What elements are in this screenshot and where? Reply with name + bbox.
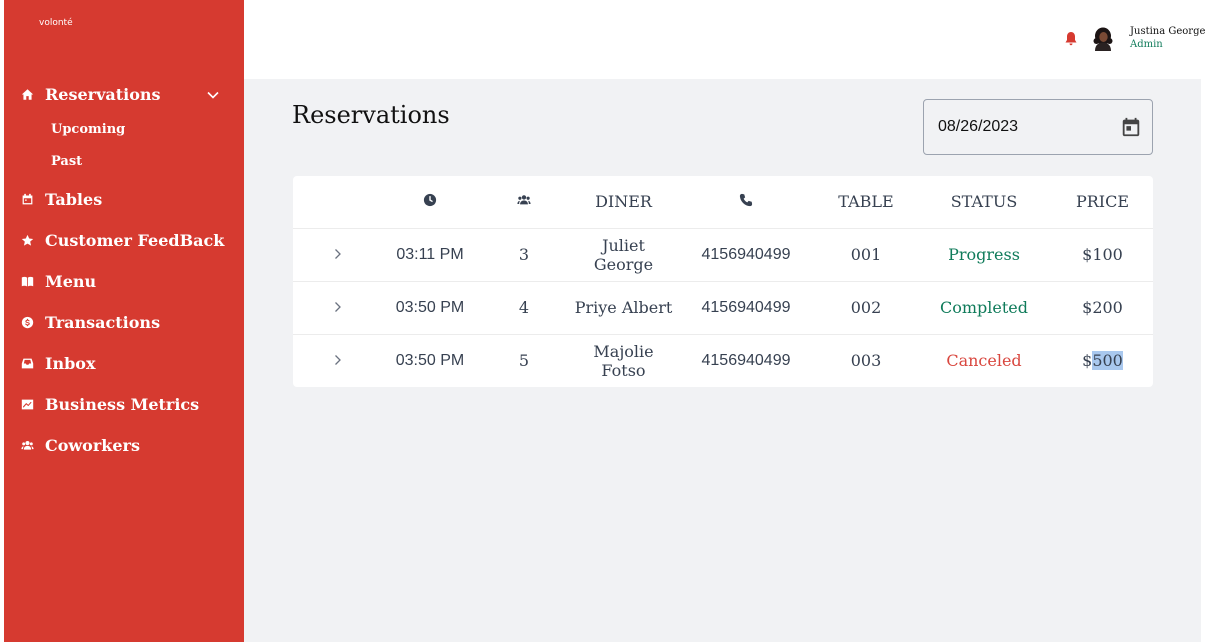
users-icon (20, 439, 34, 453)
header-status: STATUS (950, 192, 1018, 212)
price-value: 100 (1092, 245, 1123, 264)
guests-cell: 4 (518, 298, 530, 317)
table-row[interactable]: 03:50 PM 4 Priye Albert 4156940499 002 C… (293, 281, 1153, 334)
chevron-right-icon[interactable] (333, 298, 343, 317)
sidebar-item-label: Tables (45, 190, 103, 209)
sidebar-subitem-upcoming[interactable]: Upcoming (4, 115, 244, 143)
clock-icon (423, 192, 437, 211)
diner-cell: Priye Albert (574, 298, 673, 317)
date-value: 08/26/2023 (938, 118, 1019, 135)
phone-icon (739, 192, 753, 211)
header-expand (293, 176, 383, 228)
main-content: Reservations 08/26/2023 DINER TABLE STAT… (244, 79, 1201, 642)
header-guests (477, 176, 571, 228)
sidebar-item-reservations[interactable]: Reservations (4, 74, 244, 115)
sidebar-item-coworkers[interactable]: Coworkers (4, 425, 244, 466)
inbox-icon (20, 357, 34, 371)
table-cell: 003 (850, 351, 882, 371)
chevron-down-icon[interactable] (206, 87, 220, 101)
date-picker-input[interactable]: 08/26/2023 (923, 99, 1153, 155)
diner-cell: Juliet George (593, 235, 654, 274)
dollar-circle-icon (20, 316, 34, 330)
price-cell: $500 (1052, 334, 1153, 387)
table-header-row: DINER TABLE STATUS PRICE (293, 176, 1153, 228)
sidebar-nav: Reservations Upcoming Past Tables Custom… (4, 74, 244, 466)
reservations-table-card: DINER TABLE STATUS PRICE 03:11 PM 3 Juli… (293, 176, 1153, 387)
price-prefix: $ (1082, 245, 1093, 264)
header-diner: DINER (595, 192, 652, 212)
price-prefix: $ (1082, 351, 1093, 371)
sidebar-item-transactions[interactable]: Transactions (4, 302, 244, 343)
book-icon (20, 275, 34, 289)
expand-cell[interactable] (293, 228, 383, 281)
expand-cell[interactable] (293, 281, 383, 334)
page-title: Reservations (292, 101, 450, 129)
user-name: Justina George (1130, 26, 1206, 37)
status-badge: Progress (948, 245, 1020, 264)
brand-logo[interactable]: volonté (39, 18, 73, 28)
sidebar-item-business-metrics[interactable]: Business Metrics (4, 384, 244, 425)
time-cell: 03:11 PM (396, 245, 464, 263)
sidebar-item-tables[interactable]: Tables (4, 179, 244, 220)
price-cell: $100 (1052, 228, 1153, 281)
header-phone (676, 176, 816, 228)
table-row[interactable]: 03:11 PM 3 Juliet George 4156940499 001 … (293, 228, 1153, 281)
time-cell: 03:50 PM (395, 351, 465, 369)
price-value: 200 (1092, 298, 1123, 317)
star-icon (20, 234, 34, 248)
phone-cell: 4156940499 (701, 351, 791, 369)
sidebar-item-label: Inbox (45, 354, 96, 373)
price-value-selected: 500 (1092, 351, 1123, 371)
header-table: TABLE (838, 192, 894, 212)
calendar-icon[interactable] (1120, 116, 1142, 138)
sidebar-item-label: Customer FeedBack (45, 231, 225, 250)
phone-cell: 4156940499 (701, 298, 791, 316)
home-icon (20, 88, 34, 102)
table-cell: 002 (850, 298, 882, 317)
guests-cell: 5 (518, 351, 530, 371)
price-prefix: $ (1082, 298, 1093, 317)
sidebar-item-label: Coworkers (45, 436, 140, 455)
users-icon (517, 192, 531, 211)
bell-icon[interactable] (1064, 31, 1078, 47)
time-cell: 03:50 PM (395, 298, 465, 316)
sidebar-item-menu[interactable]: Menu (4, 261, 244, 302)
price-cell: $200 (1052, 281, 1153, 334)
header-time (383, 176, 477, 228)
table-cell: 001 (850, 245, 882, 264)
sidebar-item-label: Transactions (45, 313, 161, 332)
phone-cell: 4156940499 (701, 245, 791, 263)
sidebar-item-customer-feedback[interactable]: Customer FeedBack (4, 220, 244, 261)
expand-cell[interactable] (293, 334, 383, 387)
calendar-icon (20, 193, 34, 207)
chevron-right-icon[interactable] (333, 245, 343, 264)
sidebar-subitem-past[interactable]: Past (4, 143, 244, 179)
table-row[interactable]: 03:50 PM 5 Majolie Fotso 4156940499 003 … (293, 334, 1153, 387)
avatar[interactable] (1092, 27, 1114, 51)
chevron-right-icon[interactable] (333, 351, 343, 370)
sidebar-item-label: Menu (45, 272, 97, 291)
user-role: Admin (1130, 39, 1163, 50)
sidebar-item-inbox[interactable]: Inbox (4, 343, 244, 384)
sidebar-item-label: Reservations (45, 85, 161, 104)
status-badge: Canceled (946, 351, 1022, 371)
status-badge: Completed (939, 298, 1028, 317)
sidebar-item-label: Business Metrics (45, 395, 200, 414)
sidebar: volonté Reservations Upcoming Past Table… (4, 0, 244, 642)
header-price: PRICE (1075, 192, 1130, 212)
top-header: Justina George Admin (244, 0, 1206, 79)
diner-cell: Majolie Fotso (593, 341, 654, 380)
reservations-table: DINER TABLE STATUS PRICE 03:11 PM 3 Juli… (293, 176, 1153, 387)
chart-icon (20, 398, 34, 412)
guests-cell: 3 (518, 245, 530, 264)
